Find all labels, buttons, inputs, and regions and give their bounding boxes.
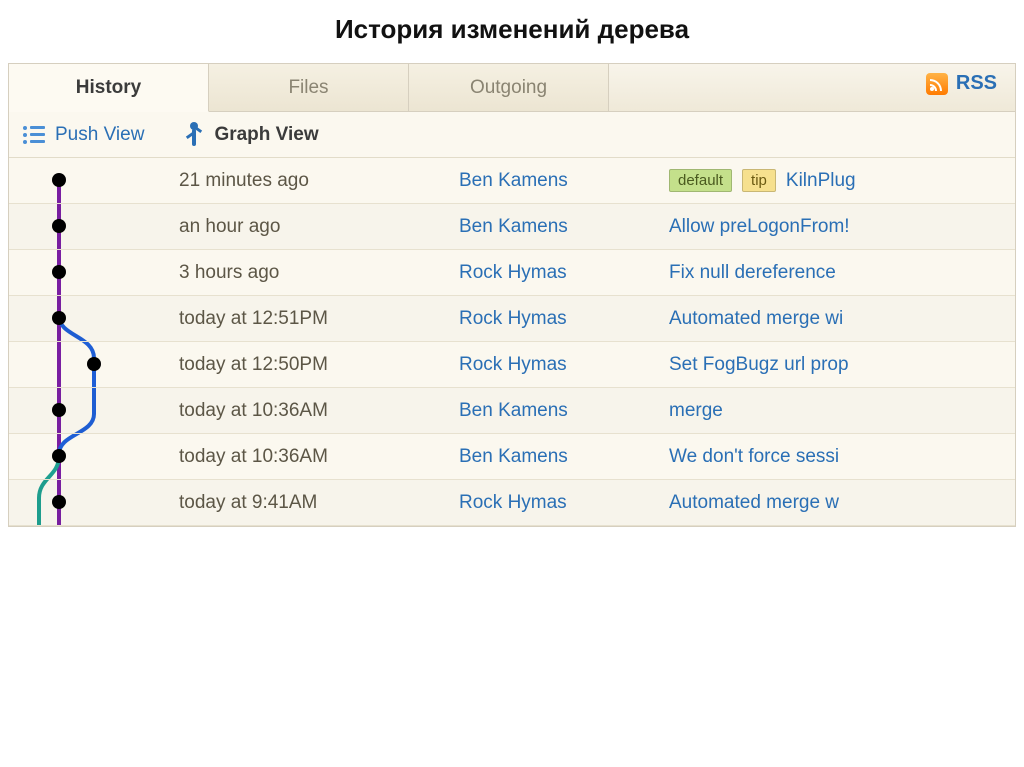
badge-default[interactable]: default	[669, 169, 732, 192]
commit-time: 3 hours ago	[179, 262, 459, 284]
list-icon	[23, 126, 45, 144]
commit-time: 21 minutes ago	[179, 170, 459, 192]
commit-message: merge	[669, 400, 723, 422]
tab-history[interactable]: History	[9, 64, 209, 112]
commit-time: today at 12:51PM	[179, 308, 459, 330]
graph-icon	[184, 124, 204, 146]
commit-time: today at 10:36AM	[179, 400, 459, 422]
commit-row[interactable]: today at 9:41AM Rock Hymas Automated mer…	[9, 480, 1015, 526]
commit-row[interactable]: today at 10:36AM Ben Kamens We don't for…	[9, 434, 1015, 480]
commit-time: today at 10:36AM	[179, 446, 459, 468]
commit-row[interactable]: today at 12:51PM Rock Hymas Automated me…	[9, 296, 1015, 342]
tab-files[interactable]: Files	[209, 64, 409, 111]
commit-time: an hour ago	[179, 216, 459, 238]
commit-row[interactable]: 3 hours ago Rock Hymas Fix null derefere…	[9, 250, 1015, 296]
commit-author[interactable]: Rock Hymas	[459, 262, 669, 284]
commit-author[interactable]: Ben Kamens	[459, 400, 669, 422]
commit-message: Automated merge w	[669, 492, 839, 514]
commit-author[interactable]: Rock Hymas	[459, 308, 669, 330]
commit-history: 21 minutes ago Ben Kamens default tip Ki…	[9, 158, 1015, 526]
rss-icon	[926, 73, 948, 95]
commit-list: 21 minutes ago Ben Kamens default tip Ki…	[9, 158, 1015, 526]
view-toolbar: Push View Graph View	[9, 112, 1015, 158]
commit-message: Set FogBugz url prop	[669, 354, 849, 376]
commit-message: We don't force sessi	[669, 446, 839, 468]
commit-message-col: default tip KilnPlug	[669, 169, 856, 192]
tab-outgoing[interactable]: Outgoing	[409, 64, 609, 111]
commit-author[interactable]: Ben Kamens	[459, 446, 669, 468]
commit-author[interactable]: Ben Kamens	[459, 170, 669, 192]
commit-row[interactable]: 21 minutes ago Ben Kamens default tip Ki…	[9, 158, 1015, 204]
rss-link[interactable]: RSS	[926, 72, 997, 95]
commit-message: Fix null dereference	[669, 262, 836, 284]
graph-view-button[interactable]: Graph View	[184, 124, 318, 146]
push-view-button[interactable]: Push View	[23, 124, 144, 146]
graph-view-label: Graph View	[214, 124, 318, 146]
commit-message: KilnPlug	[786, 170, 856, 192]
history-panel: History Files Outgoing RSS Push View Gra…	[8, 63, 1016, 527]
rss-label: RSS	[956, 72, 997, 95]
commit-author[interactable]: Rock Hymas	[459, 354, 669, 376]
tab-bar: History Files Outgoing RSS	[9, 64, 1015, 112]
badge-tip[interactable]: tip	[742, 169, 776, 192]
commit-author[interactable]: Rock Hymas	[459, 492, 669, 514]
commit-message: Allow preLogonFrom!	[669, 216, 850, 238]
commit-row[interactable]: an hour ago Ben Kamens Allow preLogonFro…	[9, 204, 1015, 250]
commit-message: Automated merge wi	[669, 308, 843, 330]
commit-author[interactable]: Ben Kamens	[459, 216, 669, 238]
commit-time: today at 12:50PM	[179, 354, 459, 376]
commit-row[interactable]: today at 12:50PM Rock Hymas Set FogBugz …	[9, 342, 1015, 388]
page-title: История изменений дерева	[0, 0, 1024, 63]
push-view-label: Push View	[55, 124, 144, 146]
commit-row[interactable]: today at 10:36AM Ben Kamens merge	[9, 388, 1015, 434]
commit-time: today at 9:41AM	[179, 492, 459, 514]
